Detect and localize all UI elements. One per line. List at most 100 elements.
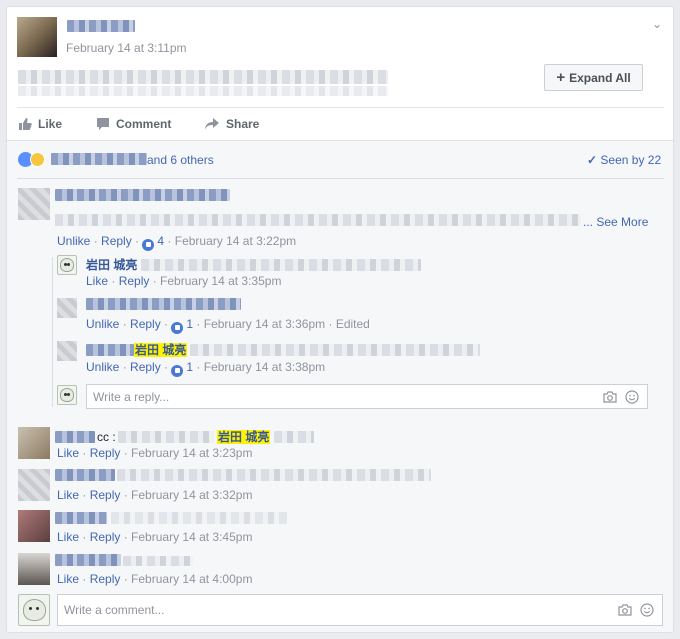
post-text-line2 <box>18 86 388 96</box>
reactor-names[interactable] <box>51 153 147 165</box>
comment-meta: Like · Reply · February 14 at 4:00pm <box>57 572 253 586</box>
commenter-avatar[interactable] <box>18 553 50 585</box>
comment-body: cc : 岩田 城亮 <box>55 428 314 445</box>
reply-input[interactable]: Write a reply... <box>86 384 648 409</box>
reply-meta: Unlike · Reply · 1 · February 14 at 3:38… <box>86 360 325 377</box>
like-count[interactable]: 4 <box>157 234 164 248</box>
thumbs-up-icon <box>19 118 32 130</box>
like-link[interactable]: Like <box>57 530 79 544</box>
share-icon <box>205 118 219 130</box>
reply-link[interactable]: Reply <box>90 488 121 502</box>
unlike-link[interactable]: Unlike <box>86 317 119 331</box>
like-link[interactable]: Like <box>86 274 108 288</box>
commenter-avatar[interactable] <box>18 469 50 501</box>
reaction-sad-icon[interactable] <box>30 152 45 167</box>
comment-time[interactable]: February 14 at 3:23pm <box>131 446 252 460</box>
like-link[interactable]: Like <box>57 488 79 502</box>
current-user-avatar <box>57 385 77 405</box>
replier-avatar[interactable] <box>57 255 77 275</box>
expand-all-button[interactable]: + Expand All <box>544 64 643 91</box>
check-icon: ✓ <box>587 153 598 167</box>
replier-name[interactable] <box>86 344 134 356</box>
replier-avatar[interactable] <box>57 298 77 318</box>
replier-name-text <box>86 298 241 310</box>
like-action[interactable]: Like <box>18 117 62 131</box>
reply-header: 岩田 城亮 <box>86 341 481 358</box>
reply-link[interactable]: Reply <box>90 530 121 544</box>
see-more-link[interactable]: ... See More <box>583 215 648 229</box>
comment-time[interactable]: February 14 at 3:45pm <box>131 530 252 544</box>
reply-meta: Unlike · Reply · 1 · February 14 at 3:36… <box>86 317 370 334</box>
comment-prefix: cc : <box>97 430 116 444</box>
comment-meta: Like · Reply · February 14 at 3:23pm <box>57 446 253 460</box>
post-card: February 14 at 3:11pm ⌄ + Expand All Like… <box>6 6 674 633</box>
commenter-avatar[interactable] <box>18 188 50 220</box>
mention-tag[interactable]: 岩田 城亮 <box>217 430 271 444</box>
mention-tag[interactable]: 岩田 城亮 <box>134 343 188 357</box>
comment-input[interactable]: Write a comment... <box>57 594 663 626</box>
comment-action[interactable]: Comment <box>96 117 171 131</box>
comment-text <box>117 431 214 443</box>
share-action[interactable]: Share <box>204 117 259 131</box>
replier-name[interactable]: 岩田 城亮 <box>86 258 137 272</box>
divider-reactions <box>17 178 664 179</box>
comment-time[interactable]: February 14 at 4:00pm <box>131 572 252 586</box>
author-name[interactable] <box>67 20 135 32</box>
unlike-link[interactable]: Unlike <box>86 360 119 374</box>
reply-meta: Like · Reply · February 14 at 3:35pm <box>86 274 282 288</box>
reply-link[interactable]: Reply <box>101 234 132 248</box>
like-link[interactable]: Like <box>57 572 79 586</box>
seen-by[interactable]: ✓ Seen by 22 <box>587 153 661 167</box>
like-count-icon <box>171 364 184 377</box>
comment-text <box>111 512 287 524</box>
commenter-avatar[interactable] <box>18 427 50 459</box>
reply-text <box>140 259 421 271</box>
reply-link[interactable]: Reply <box>130 360 161 374</box>
reply-text <box>190 344 481 356</box>
reply-link[interactable]: Reply <box>90 446 121 460</box>
reply-header: 岩田 城亮 <box>86 256 421 273</box>
reply-link[interactable]: Reply <box>90 572 121 586</box>
reply-time[interactable]: February 14 at 3:35pm <box>160 274 281 288</box>
reply-time[interactable]: February 14 at 3:38pm <box>204 360 325 374</box>
current-user-avatar <box>18 594 50 626</box>
edited-label[interactable]: Edited <box>336 317 370 331</box>
divider <box>17 107 664 108</box>
post-menu-chevron-icon[interactable]: ⌄ <box>652 17 662 31</box>
camera-icon[interactable] <box>618 603 632 617</box>
commenter-name[interactable] <box>55 189 230 201</box>
like-count-icon <box>142 238 155 251</box>
comment-meta: Like · Reply · February 14 at 3:45pm <box>57 530 253 544</box>
reply-link[interactable]: Reply <box>119 274 150 288</box>
commenter-name[interactable] <box>55 554 121 566</box>
comment-time[interactable]: February 14 at 3:22pm <box>175 234 296 248</box>
emoji-icon[interactable] <box>625 389 639 404</box>
like-count-icon <box>171 321 184 334</box>
post-timestamp[interactable]: February 14 at 3:11pm <box>66 41 187 55</box>
commenter-name[interactable] <box>55 431 95 443</box>
comment-text-tail <box>273 431 314 443</box>
comment-text <box>117 469 431 481</box>
comment-meta: Unlike · Reply · 4 · February 14 at 3:22… <box>57 234 296 251</box>
comment-text <box>123 556 193 566</box>
comment-icon <box>97 118 109 130</box>
reply-thread-line <box>52 257 53 407</box>
reply-link[interactable]: Reply <box>130 317 161 331</box>
camera-icon[interactable] <box>603 390 617 404</box>
commenter-name[interactable] <box>55 469 115 481</box>
like-link[interactable]: Like <box>57 446 79 460</box>
post-text <box>18 70 388 84</box>
comment-time[interactable]: February 14 at 3:32pm <box>131 488 252 502</box>
comment-meta: Like · Reply · February 14 at 3:32pm <box>57 488 253 502</box>
reactors-others-link[interactable]: and 6 others <box>147 153 214 167</box>
author-avatar[interactable] <box>17 17 57 57</box>
commenter-name[interactable] <box>55 512 107 524</box>
reply-time[interactable]: February 14 at 3:36pm <box>204 317 325 331</box>
like-count[interactable]: 1 <box>186 317 193 331</box>
commenter-avatar[interactable] <box>18 510 50 542</box>
like-count[interactable]: 1 <box>186 360 193 374</box>
comment-text <box>55 214 581 226</box>
emoji-icon[interactable] <box>640 603 654 617</box>
replier-avatar[interactable] <box>57 341 77 361</box>
unlike-link[interactable]: Unlike <box>57 234 90 248</box>
